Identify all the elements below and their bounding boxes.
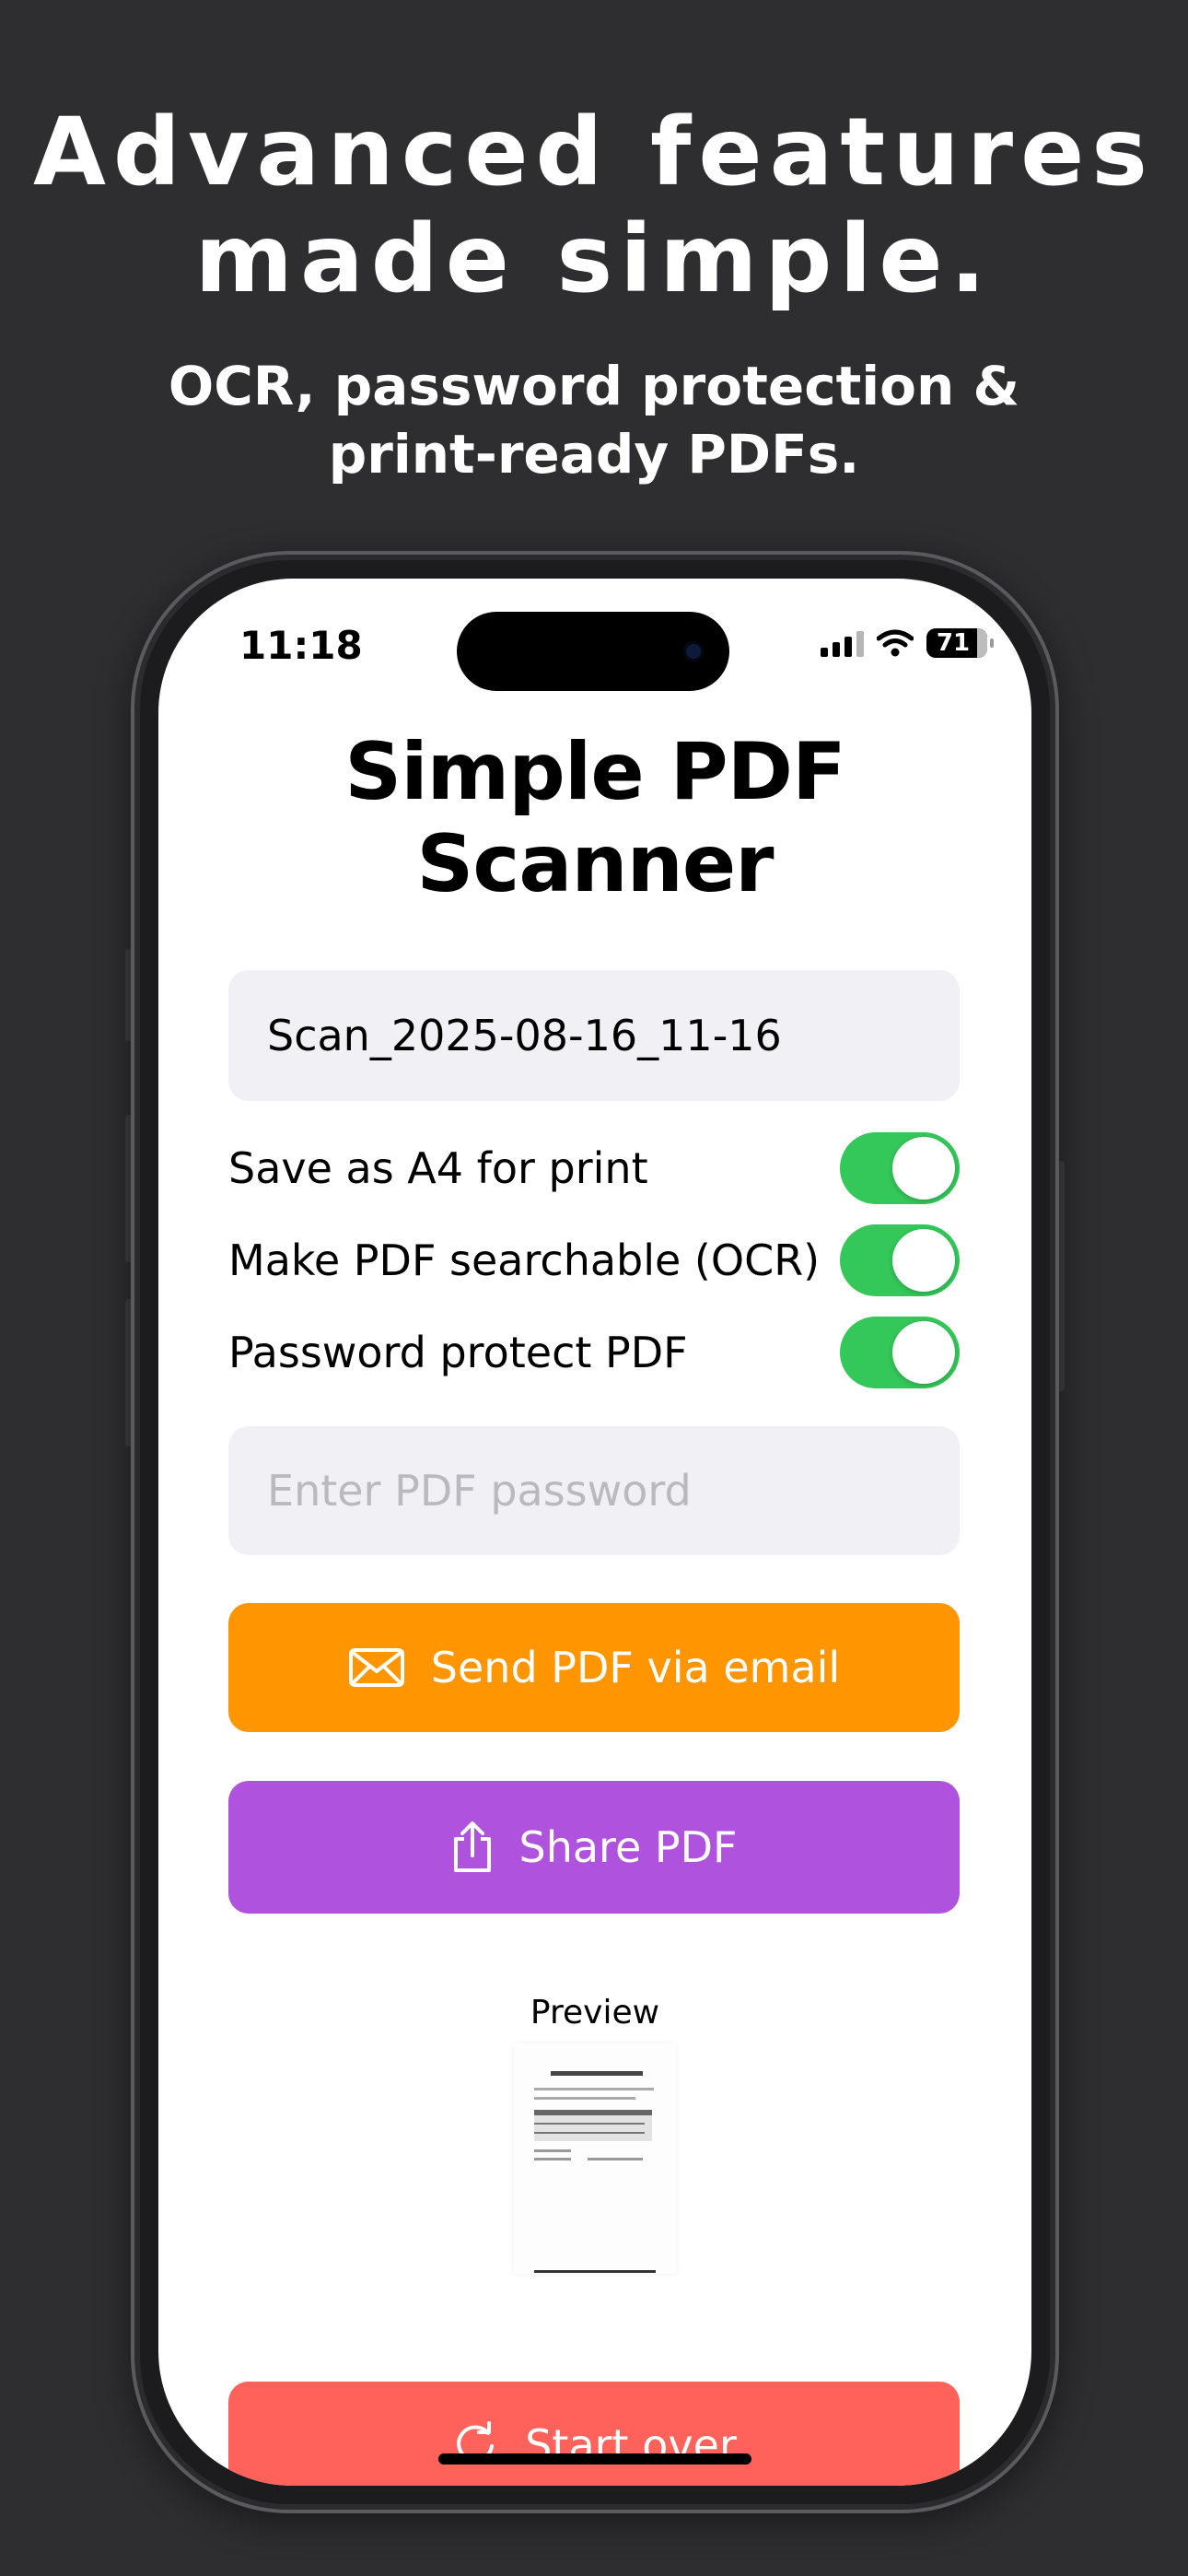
- filename-input[interactable]: [228, 970, 960, 1101]
- wifi-icon: [877, 629, 914, 657]
- status-time: 11:18: [239, 623, 363, 668]
- share-icon: [453, 1821, 491, 1872]
- battery-icon: 71: [926, 628, 994, 658]
- dynamic-island: [457, 612, 729, 691]
- cellular-signal-icon: [821, 629, 864, 657]
- status-indicators: 71: [821, 628, 994, 658]
- headline-line-2: made simple.: [194, 205, 994, 314]
- start-over-button[interactable]: Start over: [228, 2382, 960, 2486]
- phone-screen: 11:18 71 Simple PDF Scanner Save as A4 f…: [158, 579, 1031, 2486]
- password-input[interactable]: [228, 1426, 960, 1555]
- marketing-headline: Advanced features made simple.: [0, 100, 1188, 313]
- toggle-label-password: Password protect PDF: [228, 1328, 688, 1377]
- share-pdf-button[interactable]: Share PDF: [228, 1781, 960, 1914]
- subheadline-line-2: print-ready PDFs.: [328, 423, 860, 486]
- headline-line-1: Advanced features: [32, 98, 1155, 207]
- home-indicator[interactable]: [438, 2453, 751, 2465]
- password-toggle[interactable]: [840, 1317, 960, 1388]
- ocr-toggle[interactable]: [840, 1224, 960, 1296]
- a4-print-toggle[interactable]: [840, 1132, 960, 1204]
- camera-icon: [683, 641, 704, 662]
- app-title: Simple PDF Scanner: [344, 726, 846, 910]
- marketing-subheadline: OCR, password protection & print-ready P…: [0, 352, 1188, 488]
- share-pdf-label: Share PDF: [518, 1822, 738, 1872]
- toggle-row-password: Password protect PDF: [228, 1316, 960, 1389]
- toggle-label-a4: Save as A4 for print: [228, 1143, 648, 1193]
- subheadline-line-1: OCR, password protection &: [168, 355, 1020, 417]
- battery-level: 71: [936, 629, 971, 657]
- preview-label: Preview: [530, 1994, 660, 2032]
- pdf-preview-thumbnail[interactable]: [514, 2043, 676, 2274]
- toggle-row-a4: Save as A4 for print: [228, 1131, 960, 1205]
- envelope-icon: [348, 1648, 404, 1687]
- toggle-label-ocr: Make PDF searchable (OCR): [228, 1235, 821, 1285]
- phone-frame: 11:18 71 Simple PDF Scanner Save as A4 f…: [131, 551, 1059, 2513]
- toggle-row-ocr: Make PDF searchable (OCR): [228, 1224, 960, 1297]
- send-email-label: Send PDF via email: [430, 1643, 841, 1692]
- send-email-button[interactable]: Send PDF via email: [228, 1603, 960, 1732]
